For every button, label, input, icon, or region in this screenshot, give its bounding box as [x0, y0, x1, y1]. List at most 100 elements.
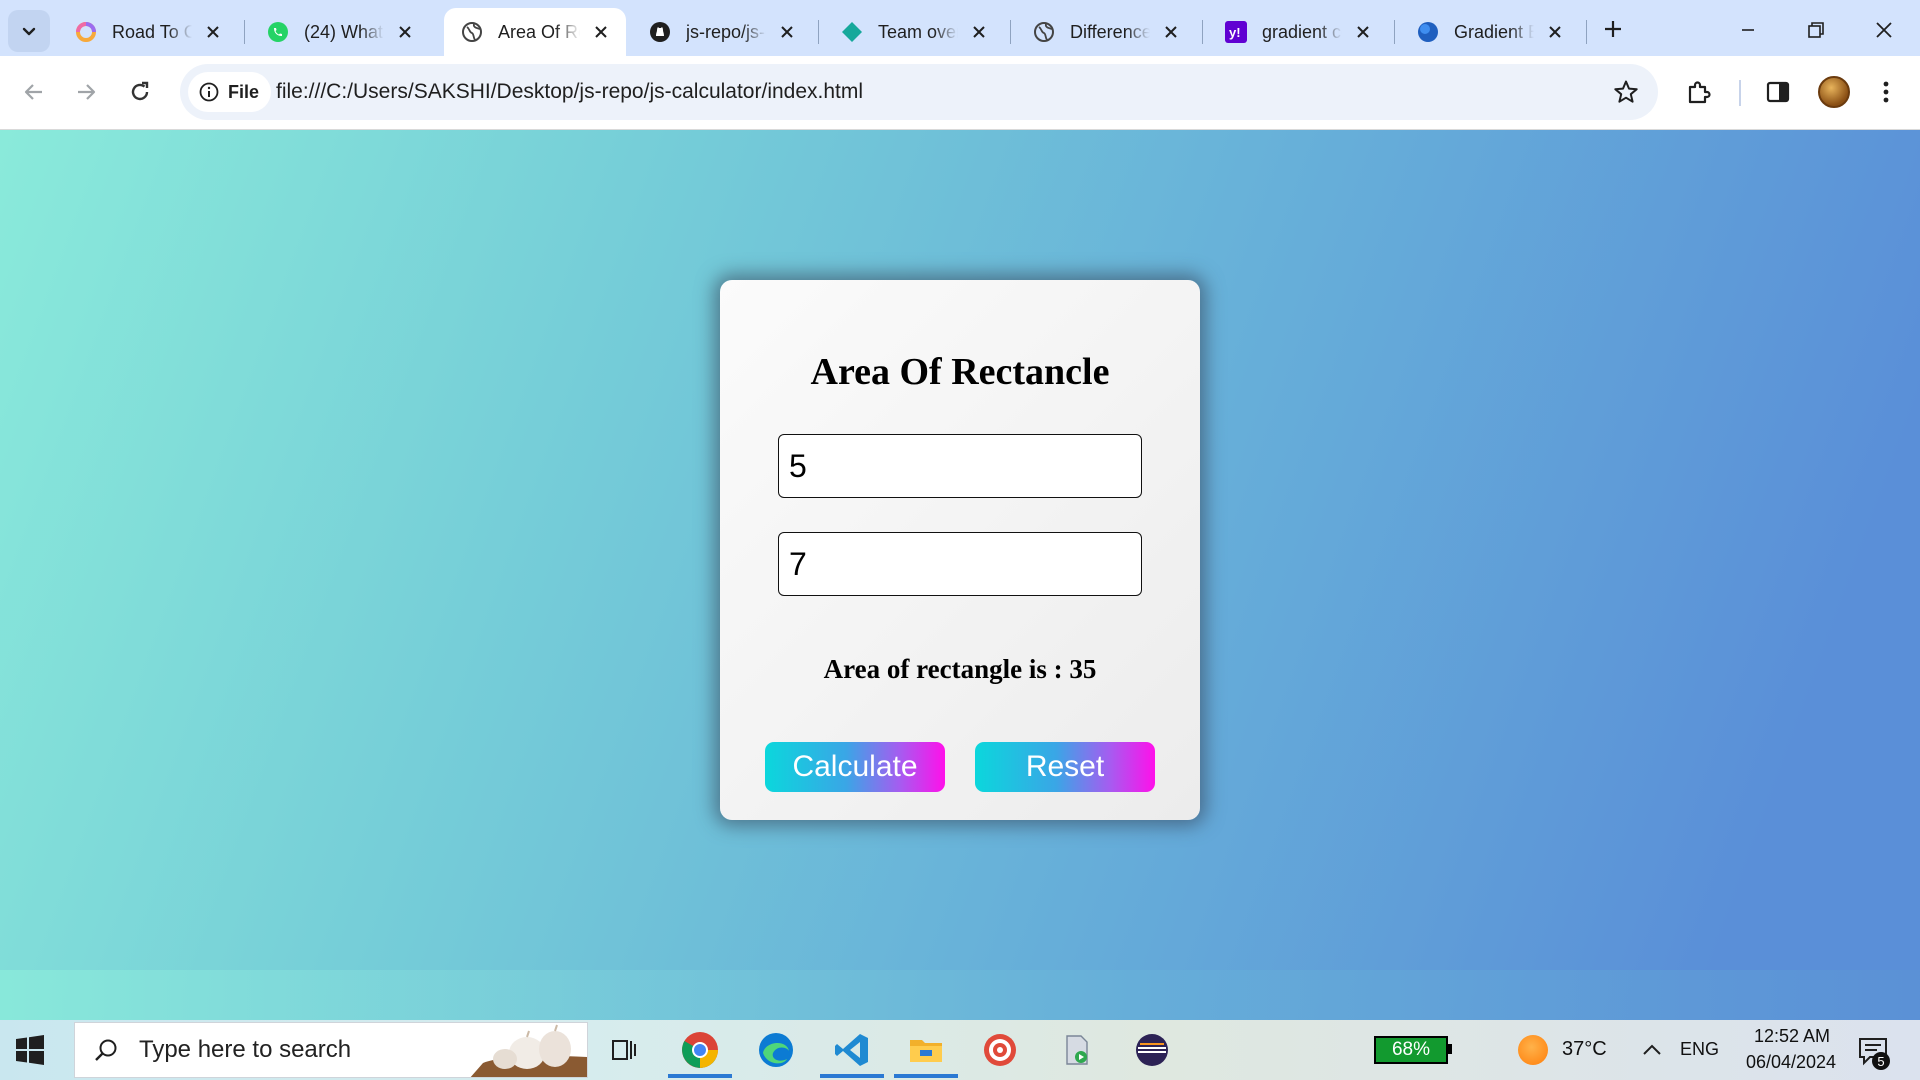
tab-title: Team overview [878, 21, 958, 42]
active-app-indicator [820, 1074, 884, 1078]
more-vertical-icon [1883, 81, 1889, 103]
active-app-indicator [668, 1074, 732, 1078]
task-view-icon[interactable] [588, 1022, 660, 1078]
tab-gradient-color[interactable]: y! gradient color [1208, 8, 1388, 56]
close-window-button[interactable] [1854, 8, 1914, 52]
tab-separator [818, 20, 819, 44]
tab-area-of-rectancle[interactable]: Area Of Rectancle [444, 8, 626, 56]
extensions-button[interactable] [1679, 72, 1719, 112]
svg-text:y!: y! [1229, 25, 1241, 40]
language-indicator[interactable]: ENG [1680, 1039, 1719, 1060]
tab-js-repo[interactable]: js-repo/js-calculator [632, 8, 812, 56]
page-title: Area Of Rectancle [810, 351, 1110, 393]
search-placeholder: Type here to search [139, 1036, 352, 1063]
tab-title: js-repo/js-calculator [686, 21, 766, 42]
tab-strip: Road To Code (24) WhatsApp Area Of Recta… [0, 0, 1920, 56]
forward-button[interactable] [66, 72, 106, 112]
profile-avatar[interactable] [1818, 76, 1850, 108]
tab-title: Gradient Background [1454, 21, 1534, 42]
globe-icon [460, 20, 484, 44]
active-app-indicator [894, 1074, 958, 1078]
windows-taskbar: Type here to search 68% 37°C ENG 12:52 A… [0, 1020, 1920, 1080]
vscode-icon[interactable] [816, 1022, 888, 1078]
result-text: Area of rectangle is : 35 [823, 654, 1097, 684]
calculate-button[interactable]: Calculate [765, 742, 945, 792]
tab-search-button[interactable] [8, 10, 50, 52]
length-input[interactable] [778, 434, 1142, 498]
tab-title: gradient color [1262, 21, 1342, 42]
close-icon[interactable] [590, 21, 612, 43]
target-app-icon[interactable] [964, 1022, 1036, 1078]
globe-icon [1032, 20, 1056, 44]
whatsapp-icon [266, 20, 290, 44]
plus-icon [1605, 21, 1621, 37]
sun-icon[interactable] [1518, 1035, 1548, 1065]
close-icon[interactable] [1352, 21, 1374, 43]
new-tab-button[interactable] [1596, 12, 1630, 46]
temperature-text[interactable]: 37°C [1562, 1038, 1607, 1061]
clock-date[interactable]: 06/04/2024 [1736, 1052, 1846, 1073]
chrome-icon[interactable] [664, 1022, 736, 1078]
chevron-up-icon[interactable] [1640, 1038, 1664, 1062]
tab-separator [1010, 20, 1011, 44]
close-icon[interactable] [394, 21, 416, 43]
arrow-left-icon [24, 84, 42, 100]
tab-title: (24) WhatsApp [304, 21, 384, 42]
width-input[interactable] [778, 532, 1142, 596]
yahoo-icon: y! [1224, 20, 1248, 44]
clock-time[interactable]: 12:52 AM [1744, 1026, 1840, 1047]
rainbow-ring-icon [74, 20, 98, 44]
garlic-illustration-icon [470, 1024, 587, 1077]
star-icon [1614, 80, 1638, 103]
close-icon[interactable] [776, 21, 798, 43]
calculator-card: Area Of Rectancle Area of rectangle is :… [720, 280, 1200, 820]
url-text[interactable]: file:///C:/Users/SAKSHI/Desktop/js-repo/… [276, 80, 863, 104]
tab-separator [244, 20, 245, 44]
chevron-down-icon [22, 27, 36, 36]
site-info-chip[interactable]: File [188, 72, 272, 112]
tab-team-overview[interactable]: Team overview [824, 8, 1004, 56]
menu-button[interactable] [1866, 72, 1906, 112]
battery-tip [1448, 1044, 1452, 1054]
blue-orb-icon [1416, 20, 1440, 44]
side-panel-icon [1766, 81, 1790, 103]
taskbar-search[interactable]: Type here to search [74, 1022, 588, 1078]
tab-separator [1394, 20, 1395, 44]
close-icon [1876, 22, 1892, 38]
windows-start-icon[interactable] [14, 1034, 46, 1066]
tab-difference[interactable]: Difference [1016, 8, 1196, 56]
installer-icon[interactable] [1040, 1022, 1112, 1078]
toolbar-divider [1739, 80, 1741, 106]
tab-title: Difference [1070, 21, 1150, 42]
reset-button[interactable]: Reset [975, 742, 1155, 792]
notification-badge: 5 [1872, 1052, 1890, 1070]
bookmark-button[interactable] [1610, 76, 1642, 108]
browser-toolbar: File file:///C:/Users/SAKSHI/Desktop/js-… [0, 56, 1920, 130]
restore-icon [1808, 22, 1824, 38]
search-icon [89, 1033, 123, 1067]
battery-indicator[interactable]: 68% [1374, 1036, 1448, 1064]
puzzle-icon [1688, 81, 1711, 104]
edge-icon[interactable] [740, 1022, 812, 1078]
minimize-button[interactable] [1718, 8, 1778, 52]
close-icon[interactable] [202, 21, 224, 43]
reload-button[interactable] [120, 72, 160, 112]
tab-road-to-code[interactable]: Road To Code [58, 8, 238, 56]
tab-gradient-background[interactable]: Gradient Background [1400, 8, 1580, 56]
back-button[interactable] [14, 72, 54, 112]
eclipse-icon[interactable] [1116, 1022, 1188, 1078]
page-viewport: Area Of Rectancle Area of rectangle is :… [0, 130, 1920, 1020]
side-panel-button[interactable] [1758, 72, 1798, 112]
tab-title: Road To Code [112, 21, 192, 42]
tab-title: Area Of Rectancle [498, 21, 580, 42]
address-bar[interactable]: File file:///C:/Users/SAKSHI/Desktop/js-… [180, 64, 1658, 120]
close-icon[interactable] [968, 21, 990, 43]
restore-button[interactable] [1786, 8, 1846, 52]
diamond-icon [840, 20, 864, 44]
close-icon[interactable] [1160, 21, 1182, 43]
page-background-strip [0, 970, 1920, 1020]
close-icon[interactable] [1544, 21, 1566, 43]
tab-separator [1586, 20, 1587, 44]
file-explorer-icon[interactable] [890, 1022, 962, 1078]
tab-whatsapp[interactable]: (24) WhatsApp [250, 8, 430, 56]
